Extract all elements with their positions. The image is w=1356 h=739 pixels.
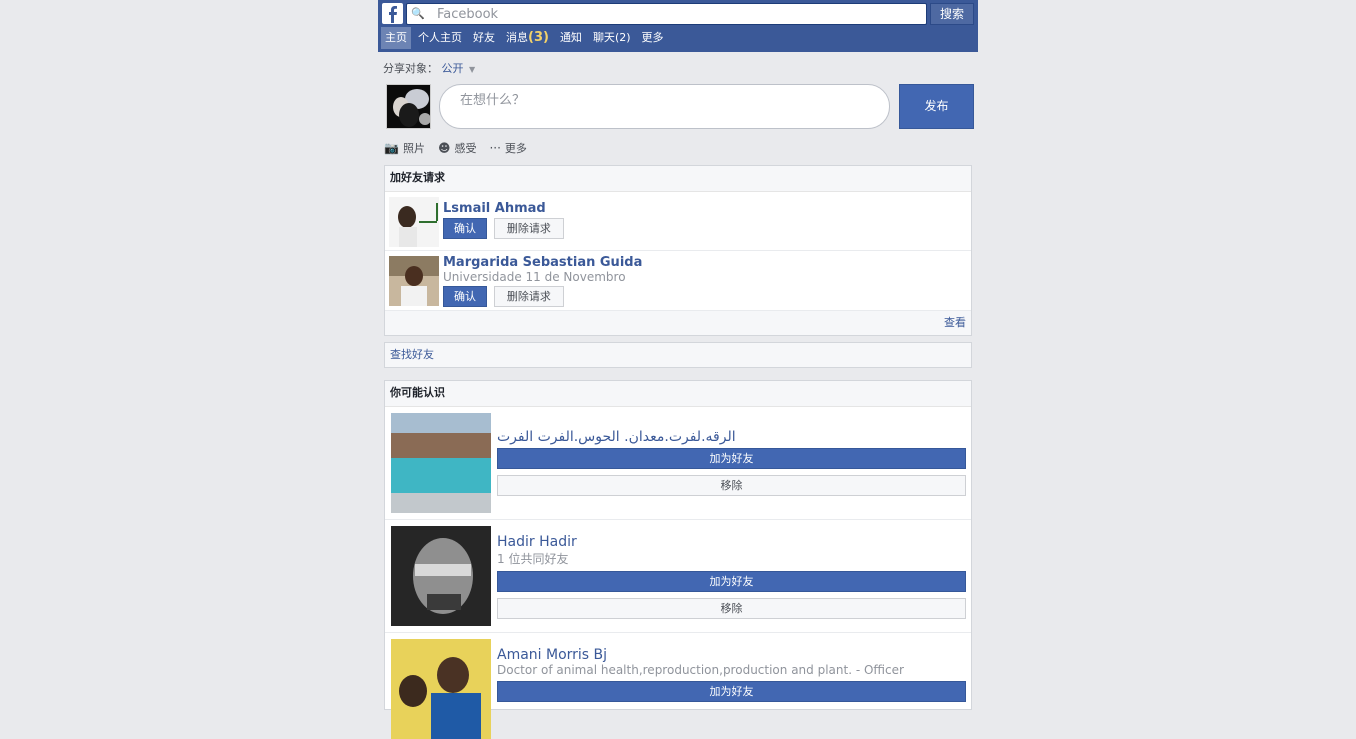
nav-more-label: 更多 [641, 31, 664, 44]
confirm-request-button[interactable]: 确认 [443, 218, 487, 239]
messages-count-badge: (3) [528, 30, 549, 45]
page: 🔍 搜索 主页 个人主页 好友 消息(3) 通知 聊天(2) 更多 分享对象： … [378, 0, 978, 739]
people-you-may-know-card: 你可能认识 الرقه.لفرت.معدان. الحوس.الفرت الفر… [384, 380, 972, 739]
nav-home[interactable]: 主页 [381, 27, 411, 49]
search-icon: 🔍 [411, 7, 425, 20]
composer-tools: 📷 照片 ☻ 感受 ··· 更多 [384, 140, 540, 156]
top-nav: 主页 个人主页 好友 消息(3) 通知 聊天(2) 更多 [381, 27, 671, 49]
mutual-friends-count: 1 位共同好友 [497, 552, 569, 566]
suggestion-name[interactable]: Amani Morris Bj [497, 647, 967, 663]
suggestion-photo[interactable] [391, 413, 491, 513]
add-friend-button[interactable]: 加为好友 [497, 571, 966, 592]
list-item: الرقه.لفرت.معدان. الحوس.الفرت الفرت 加为好友… [385, 407, 971, 520]
delete-request-button[interactable]: 删除请求 [493, 286, 564, 307]
list-item: Amani Morris Bj Doctor of animal health,… [385, 633, 971, 739]
nav-chat-label: 聊天 [592, 31, 615, 44]
requester-name[interactable]: Lsmail Ahmad [443, 201, 564, 216]
list-item: Margarida Sebastian Guida Universidade 1… [385, 251, 971, 311]
feeling-tool-label: 感受 [454, 142, 477, 155]
nav-friends[interactable]: 好友 [469, 27, 499, 49]
suggestion-subtitle: Doctor of animal health,reproduction,pro… [497, 663, 904, 677]
nav-home-label: 主页 [385, 31, 407, 44]
photo-tool[interactable]: 📷 照片 [384, 140, 425, 156]
search-input[interactable] [437, 5, 917, 23]
list-item: Hadir Hadir 1 位共同好友 加为好友 移除 [385, 520, 971, 633]
feeling-tool[interactable]: ☻ 感受 [438, 140, 477, 156]
camera-icon: 📷 [384, 141, 399, 155]
avatar[interactable] [389, 256, 439, 306]
photo-tool-label: 照片 [402, 142, 425, 155]
find-friends-link[interactable]: 查找好友 [384, 342, 972, 368]
avatar[interactable] [389, 197, 439, 247]
smile-icon: ☻ [437, 141, 451, 155]
nav-friends-label: 好友 [473, 31, 495, 44]
remove-suggestion-button[interactable]: 移除 [497, 598, 966, 619]
friend-requests-title: 加好友请求 [385, 166, 971, 192]
confirm-request-button[interactable]: 确认 [443, 286, 487, 307]
chevron-down-icon: ▼ [469, 65, 476, 74]
suggestion-photo[interactable] [391, 639, 491, 739]
more-tool[interactable]: ··· 更多 [489, 140, 526, 156]
nav-notifications-label: 通知 [559, 31, 582, 44]
requester-name[interactable]: Margarida Sebastian Guida [443, 255, 642, 270]
nav-messages-label: 消息 [506, 31, 528, 44]
requester-subtitle: Universidade 11 de Novembro [443, 270, 626, 284]
top-bar: 🔍 搜索 主页 个人主页 好友 消息(3) 通知 聊天(2) 更多 [378, 0, 978, 52]
nav-profile-label: 个人主页 [418, 31, 462, 44]
nav-chat[interactable]: 聊天(2) [589, 27, 635, 49]
friend-requests-card: 加好友请求 Lsmail Ahmad 确认 删除请求 Margarida Seb… [384, 165, 972, 336]
more-tool-label: 更多 [504, 142, 527, 155]
chat-count-badge: (2) [614, 31, 631, 44]
suggestion-name[interactable]: الرقه.لفرت.معدان. الحوس.الفرت الفرت [497, 429, 967, 445]
nav-profile[interactable]: 个人主页 [414, 27, 466, 49]
suggestion-photo[interactable] [391, 526, 491, 626]
remove-suggestion-button[interactable]: 移除 [497, 475, 966, 496]
post-button[interactable]: 发布 [899, 84, 974, 129]
audience-selector[interactable]: 分享对象： 公开 ▼ [383, 60, 475, 76]
search-button[interactable]: 搜索 [930, 3, 974, 25]
add-friend-button[interactable]: 加为好友 [497, 681, 966, 702]
see-all-requests-link[interactable]: 查看 [385, 311, 971, 335]
audience-label: 分享对象： [383, 62, 438, 75]
delete-request-button[interactable]: 删除请求 [493, 218, 564, 239]
more-icon: ··· [489, 141, 501, 155]
nav-notifications[interactable]: 通知 [556, 27, 586, 49]
suggestion-name[interactable]: Hadir Hadir [497, 534, 967, 550]
nav-more[interactable]: 更多 [638, 27, 668, 49]
list-item: Lsmail Ahmad 确认 删除请求 [385, 192, 971, 251]
facebook-logo-icon[interactable] [382, 3, 403, 24]
nav-messages[interactable]: 消息(3) [502, 27, 553, 49]
audience-value[interactable]: 公开 [442, 62, 464, 75]
add-friend-button[interactable]: 加为好友 [497, 448, 966, 469]
avatar[interactable] [386, 84, 431, 129]
composer-input[interactable] [439, 84, 890, 129]
search-field[interactable]: 🔍 [406, 3, 927, 25]
suggestions-title: 你可能认识 [385, 381, 971, 407]
